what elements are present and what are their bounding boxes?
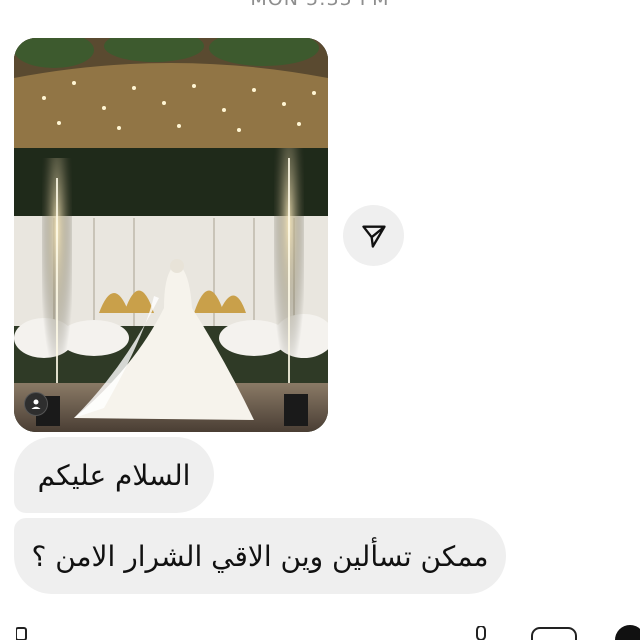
mic-icon[interactable]	[470, 626, 492, 640]
message-timestamp: MON 5:35 PM	[0, 0, 640, 10]
wedding-photo	[14, 38, 328, 432]
message-bubble[interactable]: ممكن تسألين وين الاقي الشرار الامن ؟	[14, 518, 506, 594]
share-button[interactable]	[343, 205, 404, 266]
shared-photo-message[interactable]	[14, 38, 328, 432]
send-arrow-icon	[361, 225, 386, 248]
person-icon[interactable]	[24, 392, 48, 416]
camera-icon[interactable]	[16, 626, 40, 640]
message-bubble[interactable]: السلام عليكم	[14, 437, 214, 513]
message-composer	[0, 610, 640, 640]
sticker-icon[interactable]	[608, 624, 640, 640]
message-text: السلام عليكم	[37, 458, 191, 492]
message-text: ممكن تسألين وين الاقي الشرار الامن ؟	[31, 539, 489, 573]
gallery-icon[interactable]	[530, 626, 578, 640]
